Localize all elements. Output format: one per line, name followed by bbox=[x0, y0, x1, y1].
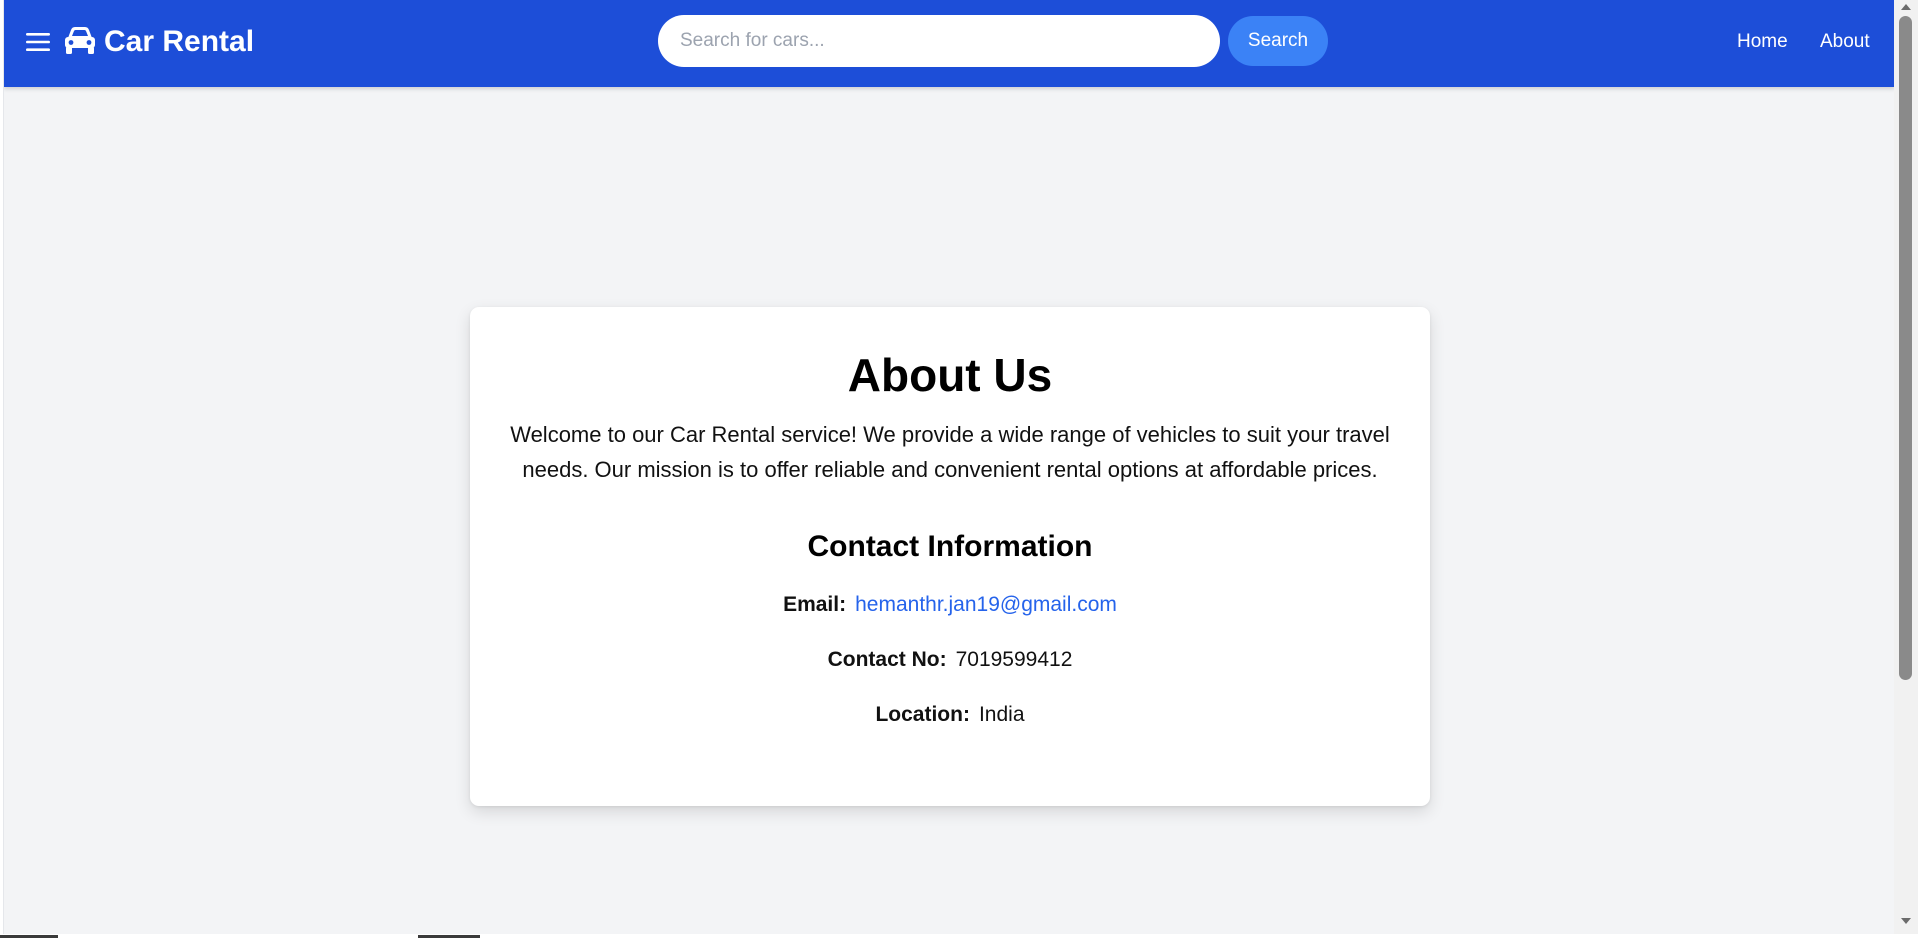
window-bottom-edge bbox=[0, 934, 1918, 940]
taskbar-edge-segment bbox=[0, 935, 58, 938]
scroll-down-arrow-icon[interactable] bbox=[1901, 918, 1911, 924]
taskbar-edge-segment bbox=[418, 935, 480, 938]
about-card: About Us Welcome to our Car Rental servi… bbox=[470, 307, 1430, 806]
email-link[interactable]: hemanthr.jan19@gmail.com bbox=[855, 593, 1117, 616]
phone-value: 7019599412 bbox=[955, 648, 1073, 671]
phone-label: Contact No: bbox=[827, 648, 947, 671]
location-value: India bbox=[978, 703, 1025, 726]
contact-heading: Contact Information bbox=[807, 530, 1093, 563]
hamburger-menu-icon[interactable] bbox=[26, 32, 50, 52]
nav-link-home[interactable]: Home bbox=[1737, 29, 1788, 55]
car-icon bbox=[65, 27, 95, 54]
search-button[interactable]: Search bbox=[1228, 16, 1328, 66]
contact-phone-row: Contact No: 7019599412 bbox=[510, 646, 1390, 674]
scroll-thumb[interactable] bbox=[1899, 16, 1912, 680]
vertical-scrollbar[interactable] bbox=[1894, 0, 1918, 934]
page-viewport: Car Rental Search Home About About Us We… bbox=[3, 0, 1895, 935]
location-label: Location: bbox=[875, 703, 970, 726]
top-navbar: Car Rental Search Home About bbox=[4, 0, 1895, 87]
page-title: About Us bbox=[847, 349, 1053, 401]
contact-location-row: Location: India bbox=[510, 701, 1390, 729]
search-input[interactable] bbox=[658, 15, 1220, 67]
nav-link-about[interactable]: About bbox=[1820, 29, 1870, 55]
email-label: Email: bbox=[783, 593, 847, 616]
scroll-up-arrow-icon[interactable] bbox=[1901, 4, 1911, 10]
about-intro-text: Welcome to our Car Rental service! We pr… bbox=[510, 422, 1390, 482]
brand-title[interactable]: Car Rental bbox=[104, 22, 254, 62]
contact-email-row: Email: hemanthr.jan19@gmail.com bbox=[510, 591, 1390, 619]
